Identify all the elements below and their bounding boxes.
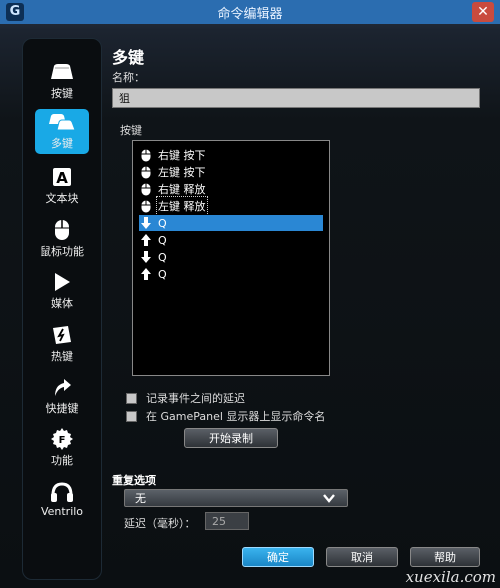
delay-label: 延迟（毫秒）： [124, 517, 196, 530]
list-item[interactable]: 右键 释放 [139, 181, 323, 197]
selected-value: 无 [135, 492, 146, 505]
sidebar-item-hotkey[interactable]: 热键 [23, 322, 101, 370]
sidebar-item-mouse-function[interactable]: 鼠标功能 [23, 217, 101, 265]
sidebar-item-text-block[interactable]: A 文本块 [23, 164, 101, 212]
sidebar-item-label: 鼠标功能 [40, 245, 84, 258]
list-item[interactable]: Q [139, 249, 323, 265]
sidebar-item-label: 文本块 [45, 192, 79, 205]
name-label: 名称： [112, 71, 145, 84]
key-event-text: Q [158, 233, 167, 247]
help-button[interactable]: 帮助 [410, 547, 480, 567]
key-event-text: Q [158, 216, 167, 230]
svg-text:A: A [56, 169, 68, 187]
record-delay-checkbox[interactable]: 记录事件之间的延迟 [126, 390, 245, 406]
key-event-text: Q [158, 267, 167, 281]
list-item[interactable]: Q [139, 266, 323, 282]
key-event-text: 右键 释放 [158, 183, 206, 196]
mouse-icon [139, 199, 153, 213]
key-event-text: 左键 释放 [156, 196, 208, 216]
shortcut-arrow-icon [47, 376, 77, 398]
key-event-text: 右键 按下 [158, 149, 206, 162]
sidebar-item-label: Ventrilo [40, 505, 84, 518]
sidebar-item-label: 媒体 [51, 297, 73, 310]
sidebar-item-multikey[interactable]: 多键 [35, 109, 89, 154]
sidebar-item-function[interactable]: F 功能 [23, 426, 101, 474]
mouse-icon [139, 182, 153, 196]
play-icon [47, 271, 77, 293]
name-input[interactable]: 狙 [112, 88, 480, 108]
checkbox-label: 在 GamePanel 显示器上显示命令名 [146, 410, 326, 423]
function-icon: F [47, 428, 77, 450]
list-item[interactable]: Q [139, 215, 323, 231]
multikey-icon [47, 111, 77, 133]
logitech-logo-icon: G [6, 3, 24, 21]
sidebar-item-media[interactable]: 媒体 [23, 269, 101, 317]
close-button[interactable]: ✕ [472, 2, 494, 22]
key-event-text: 左键 按下 [158, 166, 206, 179]
chevron-down-icon [323, 492, 335, 510]
gamepanel-display-checkbox[interactable]: 在 GamePanel 显示器上显示命令名 [126, 408, 325, 424]
sidebar-item-label: 快捷键 [45, 402, 79, 415]
sidebar-item-label: 按键 [51, 87, 73, 100]
command-editor-window: G 命令编辑器 ✕ 按键 多键 A 文本块 鼠标功能 媒体 热键 快捷键 F 功… [0, 0, 500, 588]
key-sequence-list[interactable]: 右键 按下 左键 按下 右键 释放 左键 释放 Q Q Q Q [132, 140, 330, 376]
mouse-icon [139, 148, 153, 162]
svg-text:F: F [59, 435, 66, 446]
sidebar-item-keystroke[interactable]: 按键 [23, 59, 101, 107]
list-item[interactable]: Q [139, 232, 323, 248]
key-event-text: Q [158, 250, 167, 264]
mouse-icon [139, 165, 153, 179]
text-block-icon: A [47, 166, 77, 188]
repeat-options-select[interactable]: 无 [124, 489, 348, 507]
repeat-options-label: 重复选项 [112, 474, 156, 487]
sidebar-item-label: 功能 [51, 454, 73, 467]
title-bar[interactable]: G 命令编辑器 ✕ [0, 0, 500, 24]
window-title: 命令编辑器 [217, 6, 283, 22]
ok-button[interactable]: 确定 [242, 547, 314, 567]
list-item[interactable]: 右键 按下 [139, 147, 323, 163]
watermark: xuexila.com [405, 568, 496, 586]
arrow-up-icon [139, 267, 153, 281]
hotkey-icon [47, 324, 77, 346]
arrow-up-icon [139, 233, 153, 247]
sidebar-item-label: 热键 [51, 350, 73, 363]
checkbox-box[interactable] [126, 410, 137, 422]
checkbox-box[interactable] [126, 392, 137, 404]
keycap-icon [47, 61, 77, 83]
list-item[interactable]: 左键 释放 [139, 196, 323, 216]
page-title: 多键 [112, 48, 145, 67]
sidebar-item-label: 多键 [51, 137, 73, 150]
checkbox-label: 记录事件之间的延迟 [146, 392, 245, 405]
command-type-sidebar: 按键 多键 A 文本块 鼠标功能 媒体 热键 快捷键 F 功能 Ventrilo [22, 38, 102, 580]
keys-label: 按键 [120, 124, 142, 137]
list-item[interactable]: 左键 按下 [139, 164, 323, 180]
mouse-icon [47, 219, 77, 241]
cancel-button[interactable]: 取消 [326, 547, 398, 567]
arrow-down-icon [139, 216, 153, 230]
arrow-down-icon [139, 250, 153, 264]
delay-input[interactable]: 25 [205, 512, 249, 530]
sidebar-item-shortcut[interactable]: 快捷键 [23, 374, 101, 422]
sidebar-item-ventrilo[interactable]: Ventrilo [23, 479, 101, 527]
headset-icon [47, 481, 77, 503]
start-recording-button[interactable]: 开始录制 [184, 428, 278, 448]
